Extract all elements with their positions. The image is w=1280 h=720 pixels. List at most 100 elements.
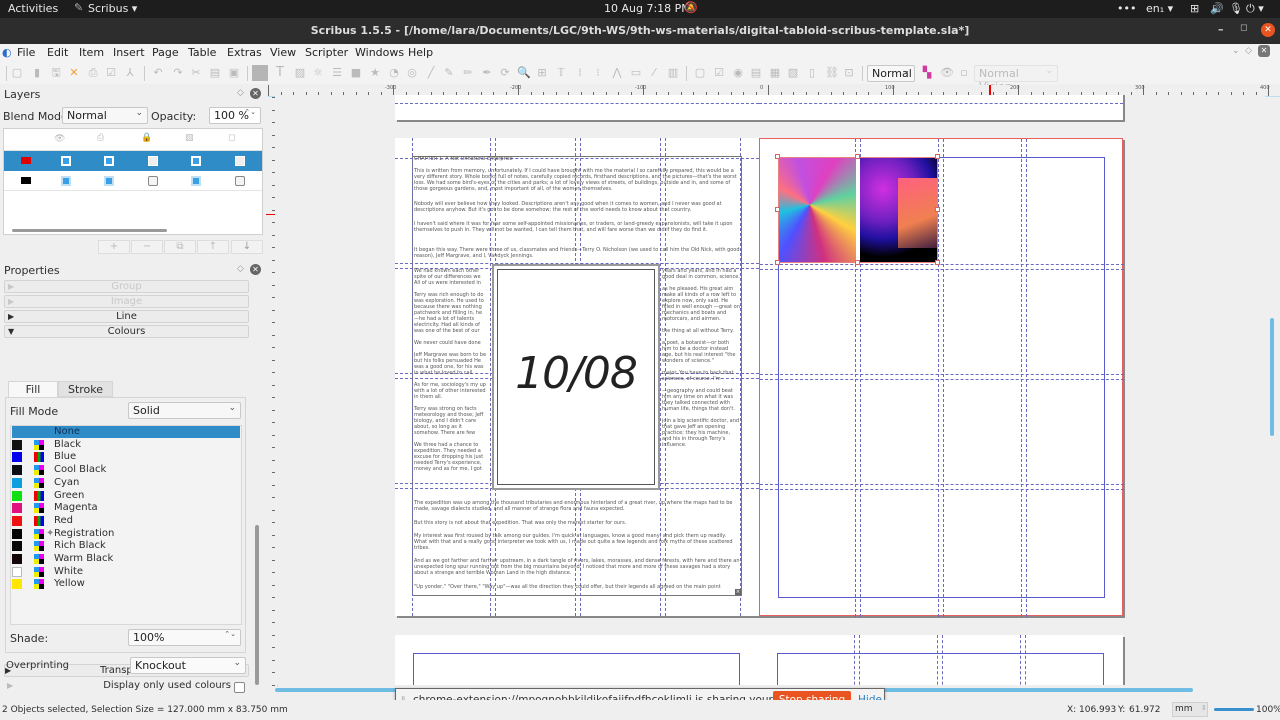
shape-icon[interactable]: ■ [350,67,362,79]
pdf-list-box-icon[interactable]: ▧ [787,67,799,79]
app-menu-button[interactable]: Scribus ▾ [88,2,137,15]
pdf-radio-icon[interactable]: ◉ [732,67,744,79]
colour-list-item[interactable]: Cyan [12,477,240,489]
properties-vertical-scrollbar[interactable] [255,525,259,685]
add-layer-button[interactable]: + [98,240,130,254]
menu-insert[interactable]: Insert [113,46,145,59]
menu-table[interactable]: Table [188,46,216,59]
resize-handle[interactable] [775,260,780,265]
page-left[interactable]: CHAPTER 1. A Not Unnatural Enterprise Th… [395,138,759,616]
opacity-spinbox[interactable]: 100 % ⌃⌄ [209,107,261,124]
color-management-icon[interactable]: ▚ [921,67,933,79]
vision-mode-select[interactable]: Normal Vision⌄ [974,65,1058,93]
colour-list-item[interactable]: Cool Black [12,464,240,476]
date-frame[interactable]: 10/08 [492,264,660,490]
image-frame-abstract-2[interactable] [860,158,937,262]
close-properties-panel-icon[interactable]: ✕ [250,264,261,275]
colour-list-item[interactable]: Warm Black [12,553,240,565]
activities-button[interactable]: Activities [8,2,58,15]
network-icon[interactable]: ⊞ [1190,2,1199,15]
layer-visible-checkbox[interactable] [61,176,71,186]
menu-page[interactable]: Page [152,46,179,59]
zoom-slider[interactable] [1214,708,1254,711]
preview-mode-icon[interactable]: 👁 [940,67,954,79]
line-icon[interactable]: ╱ [425,67,437,79]
text-frame-icon[interactable]: T [274,66,286,79]
colour-list-item[interactable]: Rich Black [12,540,240,552]
open-document-icon[interactable]: ▮ [31,67,43,79]
remove-layer-button[interactable]: − [131,240,163,254]
pdf-checkbox-icon[interactable]: ☑ [713,67,725,79]
measure-icon[interactable]: ⋀ [611,67,623,79]
edit-in-preview-icon[interactable]: ▫ [958,67,970,79]
layer-outline-checkbox[interactable] [235,176,245,186]
menu-windows[interactable]: Windows [355,46,404,59]
preflight-check-icon[interactable]: ☑ [105,67,117,79]
edit-contents-icon[interactable]: ⊞ [536,67,548,79]
render-frame-icon[interactable]: ☼ [312,67,324,79]
page-next-left[interactable] [395,635,759,685]
extensions-overflow-icon[interactable]: ••• [1117,2,1136,15]
layer-row-selected[interactable] [4,151,262,171]
resize-handle[interactable] [775,154,780,159]
undo-icon[interactable]: ↶ [152,67,164,79]
colour-list-item[interactable]: Green [12,490,240,502]
table-icon[interactable]: ☰ [331,67,343,79]
raise-layer-button[interactable]: ↑ [197,240,229,254]
print-icon[interactable]: ⎙ [87,67,99,79]
microphone-icon[interactable]: 🎙 [1229,2,1243,15]
resize-handle[interactable] [935,260,940,265]
mdi-minimize-button[interactable]: ⌄ [1232,46,1240,56]
colour-list-item[interactable]: Magenta [12,502,240,514]
menu-edit[interactable]: Edit [47,46,68,59]
colour-list-item[interactable]: Blue [12,451,240,463]
fill-mode-select[interactable]: Solid ⌄ [128,402,241,419]
resize-handle[interactable] [935,207,940,212]
colour-list-item[interactable]: Black [12,439,240,451]
overprint-select[interactable]: Knockout ⌄ [130,657,246,674]
layer-flow-checkbox[interactable] [191,176,201,186]
bezier-icon[interactable]: ✎ [443,67,455,79]
menu-scripter[interactable]: Scripter [305,46,348,59]
pdf-3d-annotation-icon[interactable]: ⊡ [843,67,855,79]
redo-icon[interactable]: ↷ [172,67,184,79]
arc-icon[interactable]: ◔ [388,67,400,79]
pdf-text-annotation-icon[interactable]: ▯ [806,67,818,79]
colour-list-item[interactable]: White [12,566,240,578]
zoom-icon[interactable]: 🔍 [517,67,531,79]
view-mode-select[interactable]: Normal ⌄ [867,65,915,82]
unit-select[interactable]: mm ⇕ [1172,702,1208,717]
shade-spinbox[interactable]: 100% ⌃⌄ [128,629,241,646]
freehand-icon[interactable]: ✏ [462,67,474,79]
float-panel-icon[interactable]: ◇ [237,264,244,274]
colour-list-item[interactable]: Yellow [12,578,240,590]
display-used-colours-checkbox[interactable] [234,682,245,693]
page-right-active[interactable] [759,138,1124,617]
select-tool-icon[interactable] [252,65,268,81]
section-colours[interactable]: ▼ Colours [4,325,249,338]
layer-printable-checkbox[interactable] [104,156,114,166]
pdf-push-button-icon[interactable]: ▢ [694,67,706,79]
menu-item[interactable]: Item [79,46,104,59]
power-menu-icon[interactable]: ⏻ ▾ [1246,2,1264,16]
unlink-frames-icon[interactable]: ⁝ [592,67,604,79]
section-line[interactable]: ▶ Line [4,310,249,323]
colour-list-item[interactable]: Red [12,515,240,527]
canvas-vertical-scrollbar[interactable] [1270,318,1274,436]
layer-lock-checkbox[interactable] [148,176,158,186]
pdf-text-field-icon[interactable]: ▤ [750,67,762,79]
page-previous-right[interactable] [759,95,1123,120]
tab-stroke[interactable]: Stroke [58,381,113,397]
copy-properties-icon[interactable]: ▭ [630,67,642,79]
layer-lock-checkbox[interactable] [148,156,158,166]
close-window-button[interactable]: ✕ [1261,23,1275,37]
pdf-combo-box-icon[interactable]: ▦ [769,67,781,79]
page-previous-left[interactable] [395,95,759,120]
rotate-icon[interactable]: ⟳ [499,67,511,79]
tab-fill[interactable]: Fill [8,381,58,397]
duplicate-layer-button[interactable]: ⧉ [164,240,196,254]
pdf-tools-icon[interactable]: ▥ [667,67,679,79]
eyedropper-icon[interactable]: ⁄ [648,67,660,79]
blend-mode-select[interactable]: Normal ⌄ [62,107,148,124]
menu-help[interactable]: Help [408,46,433,59]
